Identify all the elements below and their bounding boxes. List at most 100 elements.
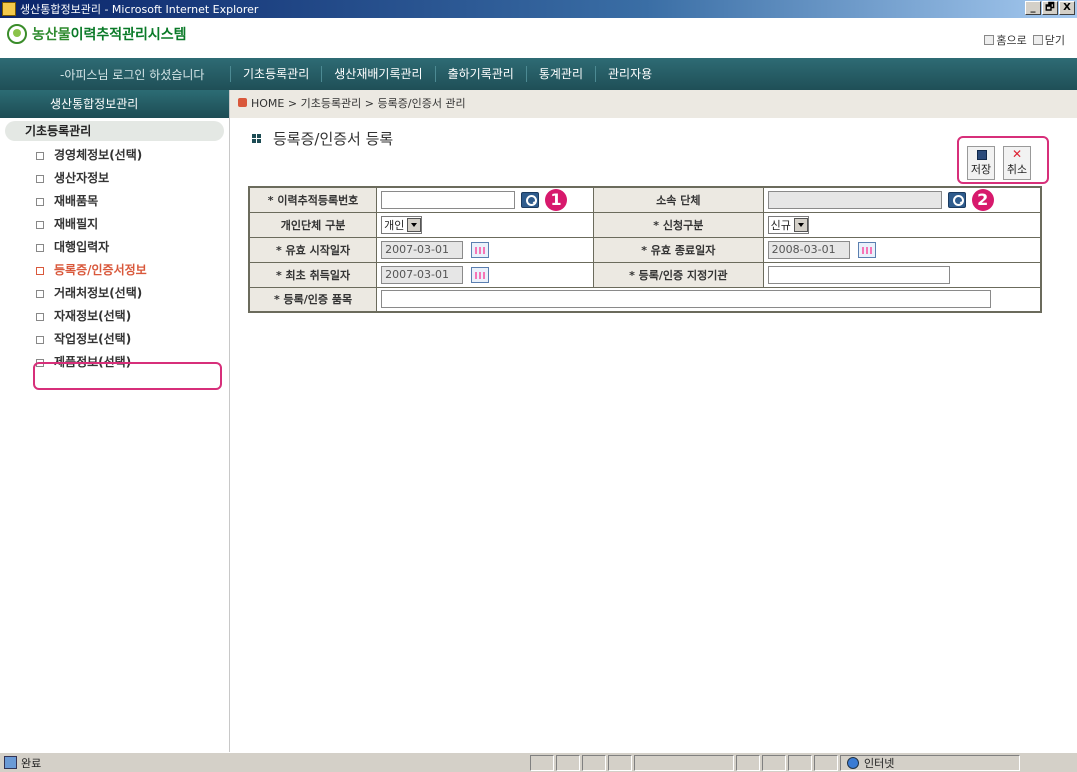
status-segment bbox=[736, 754, 760, 771]
window-title-bar: 생산통합정보관리 - Microsoft Internet Explorer _… bbox=[0, 0, 1077, 18]
restore-button[interactable]: 🗗 bbox=[1042, 1, 1058, 15]
form-row: 개인단체 구분 개인 * 신청구분 신규 bbox=[248, 211, 1042, 238]
nav-basic-registration[interactable]: 기초등록관리 bbox=[230, 66, 321, 82]
bullet-box-icon bbox=[36, 244, 44, 252]
status-segment bbox=[582, 754, 606, 771]
sidebar: 생산통합정보관리 기초등록관리 경영체정보(선택) 생산자정보 재배품목 재배필… bbox=[0, 90, 230, 752]
trace-number-input[interactable] bbox=[381, 190, 516, 209]
status-segment bbox=[556, 754, 580, 771]
bullet-box-icon bbox=[36, 336, 44, 344]
calendar-icon[interactable] bbox=[471, 241, 490, 258]
agency-input[interactable] bbox=[767, 265, 950, 284]
cert-item-cell bbox=[376, 286, 1042, 313]
valid-start-label: * 유효 시작일자 bbox=[248, 236, 378, 263]
action-buttons-highlight: 저장 ✕ 취소 bbox=[957, 136, 1049, 184]
entity-type-select[interactable]: 개인 bbox=[381, 215, 423, 234]
page-title: 등록증/인증서 등록 bbox=[252, 128, 393, 149]
main-content: HOME > 기초등록관리 > 등록증/인증서 관리 등록증/인증서 등록 저장… bbox=[230, 90, 1077, 752]
status-segment bbox=[814, 754, 838, 771]
organization-input[interactable] bbox=[767, 190, 942, 209]
nav-admin[interactable]: 관리자용 bbox=[595, 66, 664, 82]
first-acquired-cell: 2007-03-01 bbox=[376, 261, 594, 288]
annotation-badge-2: 2 bbox=[971, 188, 994, 211]
bullet-box-icon bbox=[36, 152, 44, 160]
sidebar-item-work[interactable]: 작업정보(선택) bbox=[0, 328, 229, 351]
form-row: * 최초 취득일자 2007-03-01 * 등록/인증 지정기관 bbox=[248, 261, 1042, 288]
form-row: * 이력추적등록번호 1 소속 단체 2 bbox=[248, 186, 1042, 213]
sidebar-item-certificate[interactable]: 등록증/인증서정보 bbox=[0, 259, 229, 282]
home-icon bbox=[984, 35, 995, 45]
nav-shipping-records[interactable]: 출하기록관리 bbox=[434, 66, 526, 82]
close-link[interactable]: 닫기 bbox=[1032, 32, 1065, 48]
valid-start-input[interactable]: 2007-03-01 bbox=[381, 240, 464, 259]
bullet-box-icon bbox=[36, 175, 44, 183]
form-row: * 유효 시작일자 2007-03-01 * 유효 종료일자 2008-03-0… bbox=[248, 236, 1042, 263]
minimize-button[interactable]: _ bbox=[1025, 1, 1041, 15]
sidebar-item-parcel[interactable]: 재배필지 bbox=[0, 213, 229, 236]
main-nav: -아피스님 로그인 하셨습니다 기초등록관리 생산재배기록관리 출하기록관리 통… bbox=[0, 58, 1077, 90]
sidebar-item-crop[interactable]: 재배품목 bbox=[0, 190, 229, 213]
form-row: * 등록/인증 품목 bbox=[248, 286, 1042, 313]
sidebar-category-label: 기초등록관리 bbox=[25, 124, 92, 138]
bullet-box-icon bbox=[36, 267, 44, 275]
sidebar-category[interactable]: 기초등록관리 bbox=[5, 121, 224, 141]
logo-mark-icon bbox=[7, 24, 27, 44]
close-window-button[interactable]: X bbox=[1059, 1, 1075, 15]
sidebar-item-business[interactable]: 경영체정보(선택) bbox=[0, 144, 229, 167]
calendar-icon[interactable] bbox=[471, 266, 490, 283]
first-acquired-input[interactable]: 2007-03-01 bbox=[381, 265, 464, 284]
organization-search-icon[interactable] bbox=[947, 191, 966, 208]
organization-label: 소속 단체 bbox=[592, 186, 764, 213]
request-type-select[interactable]: 신규 bbox=[767, 215, 809, 234]
sidebar-item-proxy[interactable]: 대행입력자 bbox=[0, 236, 229, 259]
status-bar: 완료 인터넷 bbox=[0, 752, 1077, 772]
close-icon bbox=[1032, 35, 1043, 45]
sidebar-item-material[interactable]: 자재정보(선택) bbox=[0, 305, 229, 328]
request-type-label: * 신청구분 bbox=[592, 211, 764, 238]
valid-start-cell: 2007-03-01 bbox=[376, 236, 594, 263]
entity-type-cell: 개인 bbox=[376, 211, 594, 238]
valid-end-input[interactable]: 2008-03-01 bbox=[767, 240, 850, 259]
logo[interactable]: 농산물이력추적관리시스템 bbox=[7, 24, 187, 44]
cancel-x-icon: ✕ bbox=[1011, 147, 1023, 161]
floppy-disk-icon bbox=[977, 150, 987, 160]
breadcrumb: HOME > 기초등록관리 > 등록증/인증서 관리 bbox=[230, 90, 1077, 118]
valid-end-cell: 2008-03-01 bbox=[762, 236, 1042, 263]
login-message: -아피스님 로그인 하셨습니다 bbox=[60, 67, 205, 82]
sidebar-title: 생산통합정보관리 bbox=[0, 90, 229, 118]
page-status-icon bbox=[4, 756, 17, 769]
security-zone: 인터넷 bbox=[840, 754, 1020, 771]
window-title: 생산통합정보관리 - Microsoft Internet Explorer bbox=[20, 3, 259, 16]
status-segment bbox=[762, 754, 786, 771]
breadcrumb-arrow-icon bbox=[238, 98, 247, 107]
status-left: 완료 bbox=[0, 755, 530, 771]
cert-item-label: * 등록/인증 품목 bbox=[248, 286, 378, 313]
top-links: 홈으로 닫기 bbox=[984, 32, 1065, 48]
app-header: 농산물이력추적관리시스템 홈으로 닫기 bbox=[0, 18, 1077, 58]
home-link[interactable]: 홈으로 bbox=[984, 32, 1027, 48]
sidebar-item-producer[interactable]: 생산자정보 bbox=[0, 167, 229, 190]
cert-item-input[interactable] bbox=[381, 290, 992, 309]
entity-type-label: 개인단체 구분 bbox=[248, 211, 378, 238]
calendar-icon[interactable] bbox=[857, 241, 876, 258]
window-controls: _ 🗗 X bbox=[1025, 1, 1075, 15]
save-button[interactable]: 저장 bbox=[967, 146, 995, 180]
annotation-badge-1: 1 bbox=[545, 188, 568, 211]
sidebar-item-client[interactable]: 거래처정보(선택) bbox=[0, 282, 229, 305]
nav-cultivation-records[interactable]: 생산재배기록관리 bbox=[321, 66, 434, 82]
bullet-box-icon bbox=[36, 221, 44, 229]
dropdown-arrow-icon bbox=[793, 217, 808, 232]
valid-end-label: * 유효 종료일자 bbox=[592, 236, 764, 263]
nav-statistics[interactable]: 통계관리 bbox=[525, 66, 595, 82]
agency-label: * 등록/인증 지정기관 bbox=[592, 261, 764, 288]
trace-search-icon[interactable] bbox=[521, 191, 540, 208]
trace-number-cell: 1 bbox=[376, 186, 594, 213]
bullet-box-icon bbox=[36, 198, 44, 206]
ie-app-icon bbox=[2, 2, 16, 16]
request-type-cell: 신규 bbox=[762, 211, 1042, 238]
cancel-button[interactable]: ✕ 취소 bbox=[1003, 146, 1031, 180]
active-item-highlight bbox=[33, 362, 222, 390]
organization-cell: 2 bbox=[762, 186, 1042, 213]
agency-cell bbox=[762, 261, 1042, 288]
first-acquired-label: * 최초 취득일자 bbox=[248, 261, 378, 288]
